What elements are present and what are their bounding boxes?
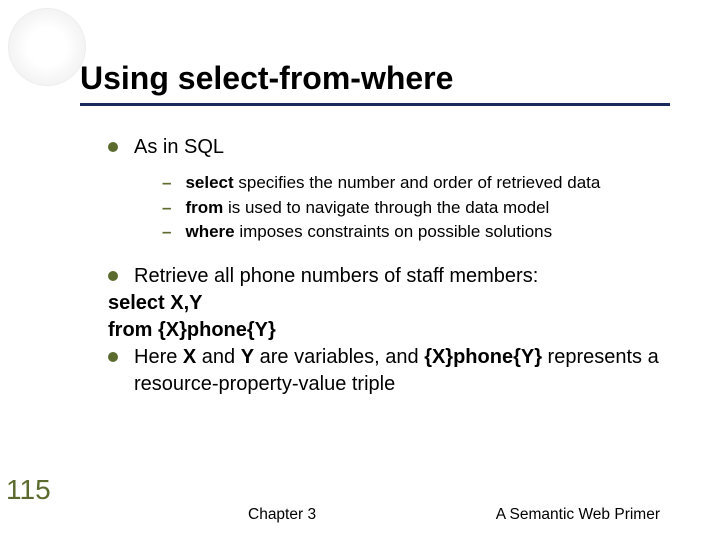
code-line: from {X}phone{Y}	[108, 317, 670, 344]
page-number: 115	[6, 474, 51, 506]
bullet-icon	[108, 352, 118, 362]
sub-bullet-text: from is used to navigate through the dat…	[185, 196, 549, 221]
bullet-icon	[108, 271, 118, 281]
corner-decoration	[8, 8, 86, 86]
sub-bullet-group: – select specifies the number and order …	[162, 171, 670, 245]
bullet-level1: As in SQL	[108, 134, 670, 161]
bullet-text: Retrieve all phone numbers of staff memb…	[134, 263, 538, 290]
bullet-icon	[108, 142, 118, 152]
bullet-level1: Here X and Y are variables, and {X}phone…	[108, 344, 670, 398]
sub-bullet: – from is used to navigate through the d…	[162, 196, 670, 221]
sub-bullet-text: select specifies the number and order of…	[185, 171, 600, 196]
dash-icon: –	[162, 171, 171, 196]
sub-bullet: – where imposes constraints on possible …	[162, 220, 670, 245]
code-line: select X,Y	[108, 290, 670, 317]
bullet-text: Here X and Y are variables, and {X}phone…	[134, 344, 670, 398]
dash-icon: –	[162, 196, 171, 221]
sub-bullet: – select specifies the number and order …	[162, 171, 670, 196]
sub-bullet-text: where imposes constraints on possible so…	[185, 220, 552, 245]
bullet-text: As in SQL	[134, 134, 224, 161]
footer-center: Chapter 3	[248, 506, 316, 524]
slide-title: Using select-from-where	[80, 60, 670, 97]
slide-body: As in SQL – select specifies the number …	[80, 134, 670, 398]
title-underline	[80, 103, 670, 106]
dash-icon: –	[162, 220, 171, 245]
slide: Using select-from-where As in SQL – sele…	[0, 0, 720, 540]
footer-right: A Semantic Web Primer	[496, 506, 660, 524]
paragraph-block: Retrieve all phone numbers of staff memb…	[108, 263, 670, 398]
bullet-level1: Retrieve all phone numbers of staff memb…	[108, 263, 670, 290]
